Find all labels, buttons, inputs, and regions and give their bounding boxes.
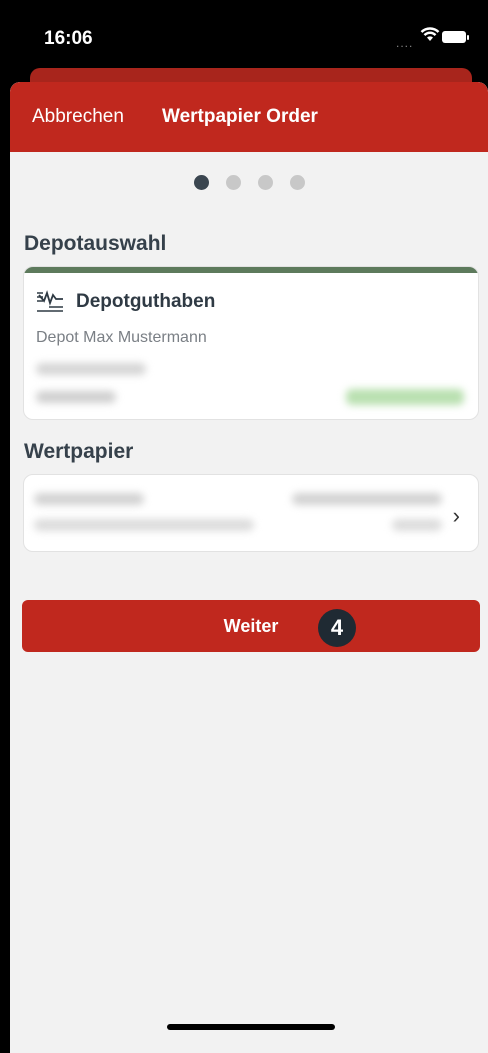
depot-owner: Depot Max Mustermann [36,329,207,346]
wifi-icon [420,27,440,41]
chevron-right-icon: › [452,503,460,528]
blurred-balance-value [346,389,464,405]
continue-button[interactable]: Weiter [22,600,480,652]
card-accent-line [24,267,478,273]
step-indicator [194,175,305,190]
depot-card[interactable]: Depotguthaben Depot Max Mustermann [23,266,479,420]
home-indicator [167,1024,335,1030]
step-dot-1 [194,175,209,190]
blurred-security-detail [34,519,254,531]
battery-tip [467,35,469,40]
security-selector[interactable]: › [23,474,479,552]
order-sheet: Abbrechen Wertpapier Order Depotauswahl … [10,82,488,1053]
blurred-depot-number [36,363,146,375]
step-dot-2 [226,175,241,190]
continue-button-label: Weiter [223,616,279,636]
blurred-security-isin [292,493,442,505]
step-number-badge: 4 [318,609,356,647]
app-screen: 16:06 .... Abbrechen Wertpapier Order De… [0,0,488,1053]
status-bar: 16:06 .... [0,0,488,68]
depot-name: Depotguthaben [76,291,216,312]
depot-chart-icon [37,290,63,312]
nav-bar: Abbrechen Wertpapier Order [10,82,488,152]
signal-icon: .... [396,36,414,50]
step-dot-3 [258,175,273,190]
page-title: Wertpapier Order [162,106,318,127]
cancel-button[interactable]: Abbrechen [32,106,124,128]
blurred-balance-label [36,391,116,403]
security-section-label: Wertpapier [24,440,134,463]
status-time: 16:06 [44,28,93,49]
step-dot-4 [290,175,305,190]
battery-icon [442,31,466,43]
blurred-security-name [34,493,144,505]
depot-section-label: Depotauswahl [24,232,167,255]
blurred-security-type [392,519,442,531]
